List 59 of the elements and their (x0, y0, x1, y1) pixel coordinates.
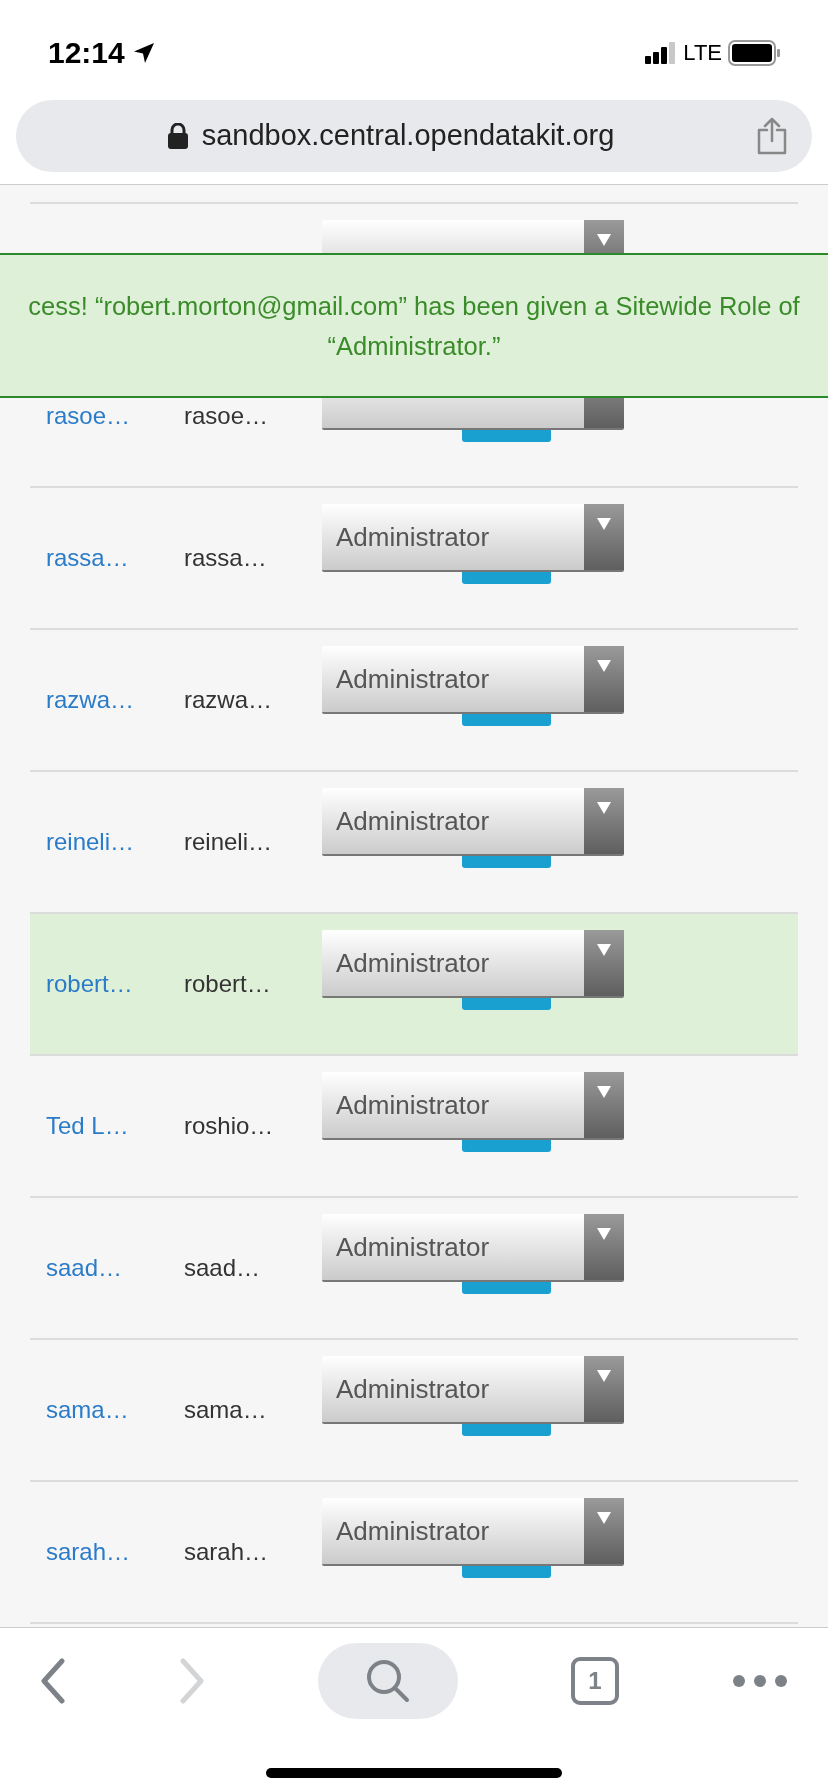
user-name-link[interactable]: rasoe… (46, 402, 131, 429)
role-update-button[interactable] (462, 1424, 551, 1436)
role-select[interactable]: Administrator (322, 1214, 624, 1282)
clock-time: 12:14 (48, 35, 125, 71)
role-update-button[interactable] (462, 1140, 551, 1152)
user-name-link[interactable]: Ted L… (46, 1112, 129, 1139)
more-icon[interactable] (732, 1674, 788, 1688)
alert-message: cess! “robert.morton@gmail.com” has been given a Sitewide Role of “Administrator.” (27, 290, 801, 362)
role-update-button[interactable] (462, 1282, 551, 1294)
url-text: sandbox.central.opendatakit.org (201, 118, 615, 154)
dropdown-caret-icon (597, 1370, 611, 1382)
user-email: saad… (184, 1254, 261, 1281)
location-arrow-icon (132, 41, 155, 64)
dropdown-caret-icon (597, 518, 611, 530)
user-name-link[interactable]: robert… (46, 970, 133, 997)
user-email: rasoe… (184, 402, 269, 429)
share-icon[interactable] (756, 117, 788, 155)
user-name-link[interactable]: sama… (46, 1396, 129, 1423)
user-email: razwa… (184, 686, 273, 713)
user-email: rassa… (184, 544, 267, 571)
address-bar[interactable]: sandbox.central.opendatakit.org (16, 100, 812, 172)
user-name-link[interactable]: sarah… (46, 1538, 131, 1565)
lock-icon (167, 123, 188, 149)
tabs-button[interactable]: 1 (571, 1657, 619, 1705)
user-email: robert… (184, 970, 271, 997)
role-select[interactable]: Administrator (322, 504, 624, 572)
user-email: sama… (184, 1396, 267, 1423)
forward-icon[interactable] (179, 1658, 205, 1704)
user-name-link[interactable]: reineli… (46, 828, 135, 855)
role-select[interactable]: Administrator (322, 1072, 624, 1140)
dropdown-caret-icon (597, 944, 611, 956)
dropdown-caret-icon (597, 1228, 611, 1240)
dropdown-caret-icon (597, 1086, 611, 1098)
role-update-button[interactable] (462, 714, 551, 726)
dropdown-caret-icon (597, 660, 611, 672)
dropdown-caret-icon (597, 1512, 611, 1524)
network-label: LTE (683, 39, 722, 67)
search-icon (365, 1658, 411, 1704)
signal-icon (645, 41, 678, 64)
user-email: sarah… (184, 1538, 269, 1565)
user-name-link[interactable]: razwa… (46, 686, 135, 713)
user-email: roshio… (184, 1112, 274, 1139)
role-update-button[interactable] (462, 998, 551, 1010)
role-update-button[interactable] (462, 1566, 551, 1578)
user-name-link[interactable]: saad… (46, 1254, 123, 1281)
role-select[interactable]: Administrator (322, 646, 624, 714)
role-select[interactable]: Administrator (322, 788, 624, 856)
battery-icon (728, 39, 780, 66)
back-icon[interactable] (40, 1658, 66, 1704)
dropdown-caret-icon (597, 802, 611, 814)
role-select[interactable]: Administrator (322, 1356, 624, 1424)
role-update-button[interactable] (462, 430, 551, 442)
role-select[interactable]: Administrator (322, 1498, 624, 1566)
role-update-button[interactable] (462, 856, 551, 868)
role-select[interactable]: Administrator (322, 930, 624, 998)
role-update-button[interactable] (462, 572, 551, 584)
user-name-link[interactable]: rassa… (46, 544, 129, 571)
user-email: reineli… (184, 828, 273, 855)
dropdown-caret-icon (597, 234, 611, 246)
